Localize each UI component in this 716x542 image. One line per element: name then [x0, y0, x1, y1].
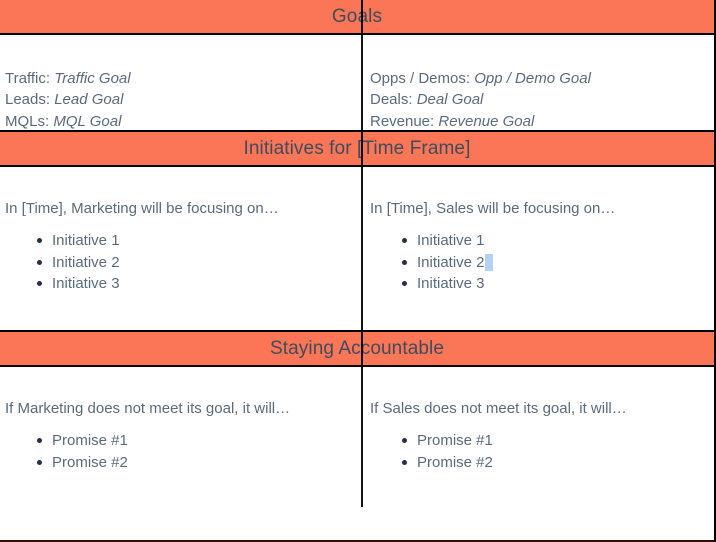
- initiative-marketing-2: Initiative 2: [52, 253, 120, 271]
- list-item[interactable]: Initiative 2: [37, 252, 350, 273]
- goal-label-traffic: Traffic:: [5, 70, 51, 87]
- accountable-marketing-column[interactable]: If Marketing does not meet its goal, it …: [0, 367, 360, 507]
- list-item[interactable]: Initiative 1: [401, 230, 704, 251]
- list-item[interactable]: Initiative 3: [401, 273, 704, 294]
- list-item[interactable]: Initiative 2: [401, 252, 704, 273]
- list-item[interactable]: Promise #2: [37, 452, 350, 473]
- section-header-staying-accountable: Staying Accountable: [0, 330, 714, 367]
- initiatives-marketing-lead-in: In [Time], Marketing will be focusing on…: [5, 200, 279, 217]
- section-body-staying-accountable: If Marketing does not meet its goal, it …: [0, 367, 714, 507]
- goal-value-revenue: Revenue Goal: [438, 112, 535, 130]
- text-selection-highlight: [484, 253, 493, 271]
- initiative-sales-2: Initiative 2: [416, 253, 485, 271]
- section-header-goals: Goals: [0, 0, 714, 35]
- section-title-staying-accountable: Staying Accountable: [269, 338, 445, 359]
- goal-line-leads[interactable]: Leads: Lead Goal: [5, 89, 350, 110]
- initiatives-marketing-list: Initiative 1 Initiative 2 Initiative 3: [5, 230, 350, 294]
- promise-sales-2: Promise #2: [416, 453, 493, 471]
- initiative-sales-3: Initiative 3: [416, 274, 485, 292]
- goals-marketing-lines: Traffic: Traffic Goal Leads: Lead Goal M…: [5, 35, 350, 132]
- promise-marketing-2: Promise #2: [52, 453, 128, 471]
- goal-line-deals[interactable]: Deals: Deal Goal: [370, 89, 704, 110]
- section-header-initiatives: Initiatives for [Time Frame]: [0, 130, 714, 167]
- goal-value-traffic: Traffic Goal: [54, 70, 131, 87]
- goal-value-opps-demos: Opp / Demo Goal: [474, 70, 591, 87]
- section-body-initiatives: In [Time], Marketing will be focusing on…: [0, 167, 714, 330]
- goal-label-mqls: MQLs:: [5, 112, 50, 130]
- column-divider-accountable-header: [361, 330, 363, 367]
- accountable-marketing-list: Promise #1 Promise #2: [5, 430, 350, 473]
- initiative-sales-1: Initiative 1: [416, 232, 485, 250]
- goal-value-deals: Deal Goal: [416, 91, 484, 109]
- goal-line-revenue[interactable]: Revenue: Revenue Goal: [370, 111, 704, 132]
- goals-sales-lines: Opps / Demos: Opp / Demo Goal Deals: Dea…: [370, 35, 704, 132]
- section-title-goals: Goals: [331, 6, 383, 27]
- list-item[interactable]: Promise #1: [37, 430, 350, 451]
- goal-value-mqls: MQL Goal: [53, 112, 122, 130]
- goal-label-opps-demos: Opps / Demos:: [369, 70, 471, 87]
- goals-marketing-column[interactable]: Traffic: Traffic Goal Leads: Lead Goal M…: [0, 35, 360, 130]
- accountable-sales-list: Promise #1 Promise #2: [370, 430, 704, 473]
- goal-label-deals: Deals:: [369, 91, 413, 109]
- goals-sales-column[interactable]: Opps / Demos: Opp / Demo Goal Deals: Dea…: [360, 35, 714, 130]
- list-item[interactable]: Initiative 1: [37, 230, 350, 251]
- goal-line-traffic[interactable]: Traffic: Traffic Goal: [5, 68, 350, 89]
- goal-value-leads: Lead Goal: [54, 91, 124, 109]
- list-item[interactable]: Promise #1: [401, 430, 704, 451]
- list-item[interactable]: Promise #2: [401, 452, 704, 473]
- initiative-marketing-3: Initiative 3: [52, 274, 120, 292]
- goals-template-document: Goals Traffic: Traffic Goal Leads: Lead …: [0, 0, 716, 542]
- column-divider-goals-header: [361, 0, 363, 35]
- accountable-sales-column[interactable]: If Sales does not meet its goal, it will…: [360, 367, 714, 507]
- goal-line-opps-demos[interactable]: Opps / Demos: Opp / Demo Goal: [370, 68, 704, 89]
- promise-sales-1: Promise #1: [416, 432, 493, 450]
- initiative-marketing-1: Initiative 1: [52, 232, 120, 250]
- column-divider-initiatives-header: [361, 130, 363, 167]
- goal-label-leads: Leads:: [5, 91, 51, 109]
- initiatives-sales-list: Initiative 1 Initiative 2 Initiative 3: [370, 230, 704, 294]
- initiatives-marketing-column[interactable]: In [Time], Marketing will be focusing on…: [0, 167, 360, 330]
- section-body-goals: Traffic: Traffic Goal Leads: Lead Goal M…: [0, 35, 714, 130]
- initiatives-sales-column[interactable]: In [Time], Sales will be focusing on… In…: [360, 167, 714, 330]
- accountable-marketing-lead-in: If Marketing does not meet its goal, it …: [5, 400, 291, 417]
- goal-label-revenue: Revenue:: [369, 112, 435, 130]
- accountable-sales-lead-in: If Sales does not meet its goal, it will…: [369, 400, 627, 417]
- initiatives-sales-lead-in: In [Time], Sales will be focusing on…: [369, 200, 616, 217]
- list-item[interactable]: Initiative 3: [37, 273, 350, 294]
- section-title-initiatives: Initiatives for [Time Frame]: [243, 138, 471, 159]
- goal-line-mqls[interactable]: MQLs: MQL Goal: [5, 111, 350, 132]
- promise-marketing-1: Promise #1: [52, 432, 128, 450]
